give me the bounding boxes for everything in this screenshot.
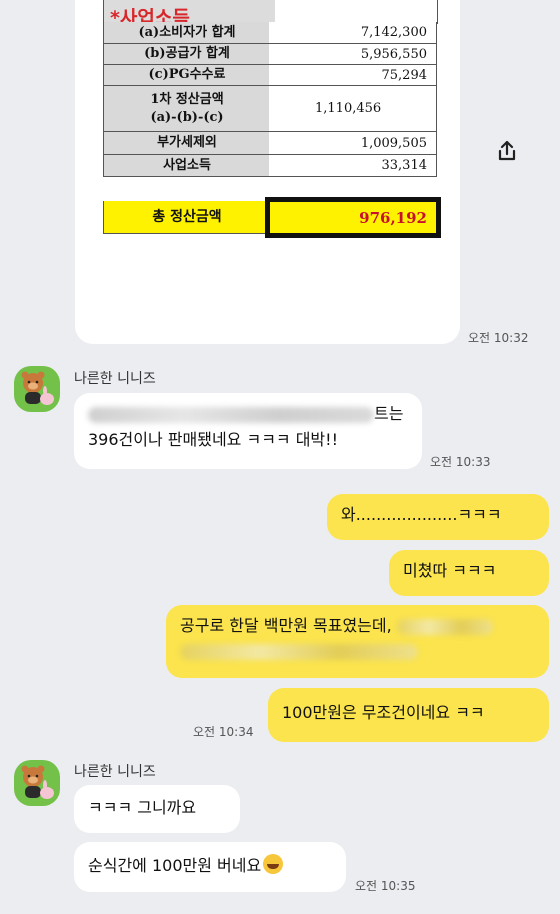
message-timestamp: 오전 10:32 (468, 331, 529, 345)
bubble-text: 순식간에 100만원 버네요 (88, 856, 262, 875)
sheet-total-row: 총 정산금액 976,192 (103, 197, 441, 238)
chat-bubble-outgoing[interactable]: 100만원은 무조건이네요 ㅋㅋ (268, 688, 549, 742)
chat-bubble-incoming[interactable]: 트는 396건이나 판매됐네요 ㅋㅋㅋ 대박!! (74, 393, 422, 469)
total-value: 976,192 (265, 197, 441, 238)
message-timestamp: 오전 10:35 (355, 879, 416, 893)
row-label: (c)PG수수료 (103, 65, 271, 86)
bubble-text: 100만원은 무조건이네요 ㅋㅋ (282, 703, 485, 722)
bubble-text: 396건이나 판매됐네요 ㅋㅋㅋ 대박!! (88, 429, 338, 449)
chat-bubble-outgoing[interactable]: 미쳤따 ㅋㅋㅋ (389, 550, 549, 596)
row-label: 1차 정산금액 (a)-(b)-(c) (103, 86, 271, 132)
total-label: 총 정산금액 (103, 201, 271, 234)
blurred-text (180, 644, 418, 661)
row-value: 7,142,300 (269, 22, 437, 44)
row-value: 1,110,456 (269, 86, 437, 132)
sheet-title-empty-cell (275, 0, 438, 24)
sheet-title-cell: *사업소득 (103, 0, 277, 29)
avatar[interactable] (14, 760, 60, 806)
sheet-row: 사업소득 33,314 (103, 155, 439, 177)
row-label-line2: (a)-(b)-(c) (150, 109, 224, 125)
bubble-line: 공구로 한달 백만원 목표였는데, (180, 613, 535, 639)
row-value: 1,009,505 (269, 132, 437, 155)
row-label: (a)소비자가 합계 (103, 22, 271, 44)
rolling-laughing-emoji-icon (263, 854, 284, 874)
bubble-text: ㅋㅋㅋ 그니까요 (88, 798, 197, 817)
bubble-line: 트는 (88, 401, 408, 427)
bubble-line (180, 639, 535, 665)
sheet-row: 1차 정산금액 (a)-(b)-(c) 1,110,456 (103, 86, 439, 132)
sheet-row: (a)소비자가 합계 7,142,300 (103, 22, 439, 44)
bubble-text: 와....................ㅋㅋㅋ (341, 505, 502, 524)
row-value: 75,294 (269, 65, 437, 86)
avatar-icon (21, 371, 54, 405)
row-value: 33,314 (269, 155, 437, 177)
bubble-text-suffix: 트는 (374, 404, 404, 423)
row-label: (b)공급가 합계 (103, 44, 271, 65)
row-label: 부가세제외 (103, 132, 271, 155)
row-value: 5,956,550 (269, 44, 437, 65)
blurred-text (396, 618, 493, 635)
share-icon (498, 140, 516, 161)
message-timestamp: 오전 10:33 (430, 455, 491, 469)
chat-bubble-incoming[interactable]: 순식간에 100만원 버네요 (74, 842, 346, 892)
share-button[interactable] (488, 134, 526, 168)
avatar[interactable] (14, 366, 60, 412)
blurred-text (88, 406, 374, 423)
row-label-line1: 1차 정산금액 (150, 91, 224, 107)
sheet-row: 부가세제외 1,009,505 (103, 132, 439, 155)
message-timestamp: 오전 10:34 (193, 725, 254, 739)
image-attachment[interactable]: *사업소득 (a)소비자가 합계 7,142,300 (b)공급가 합계 5,9… (75, 0, 460, 344)
bubble-text: 미쳤따 ㅋㅋㅋ (403, 561, 497, 580)
chat-bubble-incoming[interactable]: ㅋㅋㅋ 그니까요 (74, 785, 240, 833)
row-label: 사업소득 (103, 155, 271, 177)
sender-name: 나른한 니니즈 (74, 764, 156, 780)
chat-bubble-outgoing[interactable]: 와....................ㅋㅋㅋ (327, 494, 549, 540)
chat-bubble-outgoing[interactable]: 공구로 한달 백만원 목표였는데, (166, 605, 549, 678)
sheet-row: (c)PG수수료 75,294 (103, 65, 439, 86)
sheet-row: (b)공급가 합계 5,956,550 (103, 44, 439, 65)
bubble-text: 공구로 한달 백만원 목표였는데, (180, 616, 392, 635)
avatar-icon (21, 765, 54, 799)
sender-name: 나른한 니니즈 (74, 371, 156, 387)
